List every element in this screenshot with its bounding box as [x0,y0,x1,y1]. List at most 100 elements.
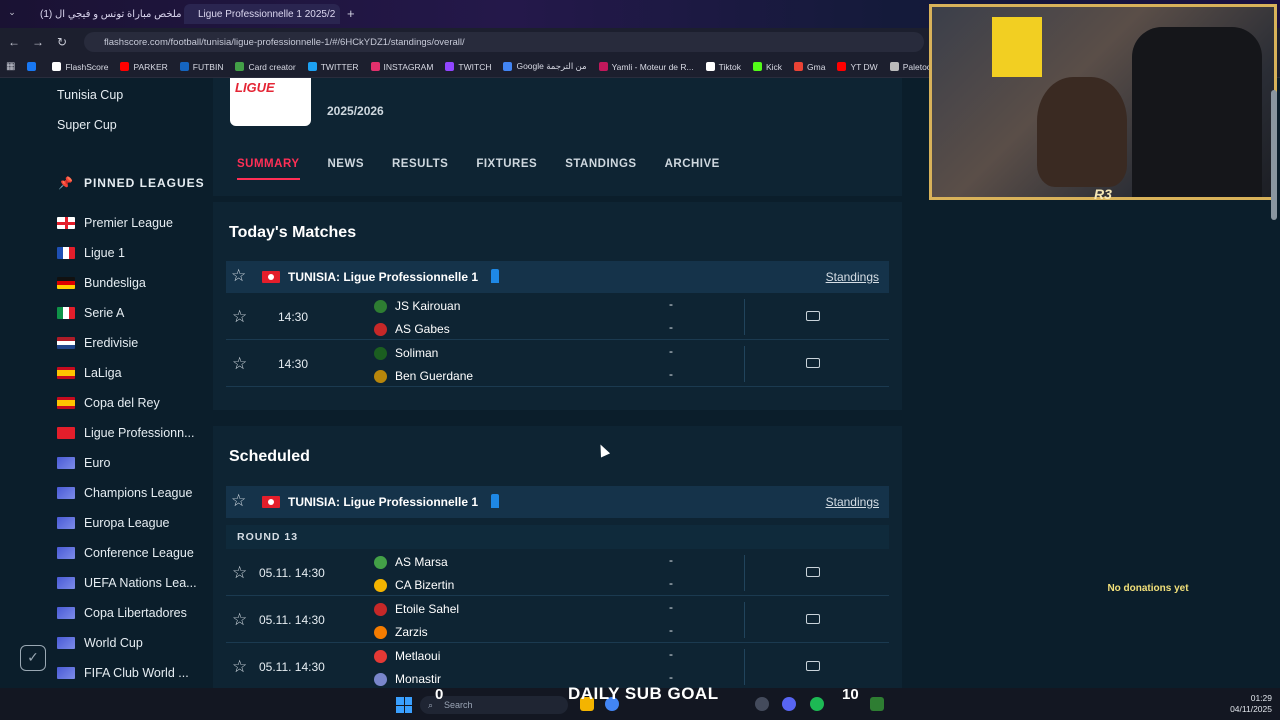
browser-tab-1[interactable]: (1) ملخص مباراة تونس و فيجي ال ✕ [26,4,182,24]
bookmark-icon [794,62,804,71]
sidebar-item-pinned-league[interactable]: Copa Libertadores [57,606,187,620]
sidebar-item-pinned-league[interactable]: UEFA Nations Lea... [57,576,197,590]
sidebar-item-super-cup[interactable]: Super Cup [57,118,117,132]
flag-icon [57,397,75,409]
browser-tab-2[interactable]: Ligue Professionnelle 1 2025/2 ✕ [184,4,340,24]
sidebar-item-pinned-league[interactable]: Bundesliga [57,276,146,290]
bookmark-item[interactable]: Kick [747,62,788,72]
sidebar-item-pinned-league[interactable]: Euro [57,456,110,470]
bookmark-label: FlashScore [65,61,109,72]
standings-link[interactable]: Standings [826,270,879,284]
tv-broadcast-icon[interactable] [806,614,820,624]
match-row[interactable]: ☆ 05.11. 14:30 Etoile Sahel Zarzis - - [226,597,889,643]
favorite-star-icon[interactable]: ☆ [231,266,246,286]
team-name: Ben Guerdane [395,369,474,383]
favorite-star-icon[interactable]: ☆ [231,491,246,511]
bookmark-item[interactable]: TWITTER [302,62,365,72]
favorite-star-icon[interactable]: ☆ [232,563,247,583]
league-name[interactable]: TUNISIA: Ligue Professionnelle 1 [288,495,478,509]
url-input[interactable]: flashscore.com/football/tunisia/ligue-pr… [84,32,924,52]
flag-icon [57,337,75,349]
team-crest-icon [374,649,387,663]
sidebar-item-tunisia-cup[interactable]: Tunisia Cup [57,88,123,102]
forward-icon[interactable]: → [26,35,50,49]
app-icon[interactable] [870,697,884,711]
sidebar-item-pinned-league[interactable]: Premier League [57,216,173,230]
bookmark-item[interactable]: Google من الترجمة [497,61,592,72]
windows-start-icon[interactable] [396,697,412,713]
sidebar-item-pinned-league[interactable]: Europa League [57,516,170,530]
bookmark-item[interactable]: FUTBIN [174,62,230,72]
tv-broadcast-icon[interactable] [806,567,820,577]
sidebar-item-pinned-league[interactable]: Serie A [57,306,124,320]
standings-link[interactable]: Standings [826,495,879,509]
sidebar-item-pinned-league[interactable]: Copa del Rey [57,396,160,410]
bookmark-item[interactable]: Tiktok [700,62,747,72]
bookmark-item[interactable]: TWITCH [439,62,497,72]
reload-icon[interactable]: ↻ [50,35,74,49]
sidebar-item-pinned-league[interactable]: Eredivisie [57,336,138,350]
bookmark-item[interactable]: Yamli - Moteur de R... [593,62,700,72]
apps-grid-icon[interactable]: ▦ [6,61,15,72]
match-row[interactable]: ☆ 05.11. 14:30 AS Marsa CA Bizertin - - [226,550,889,596]
favorite-star-icon[interactable]: ☆ [232,657,247,677]
pin-icon[interactable] [491,494,499,508]
sidebar-item-pinned-league[interactable]: Champions League [57,486,192,500]
away-team: Ben Guerdane [374,369,473,383]
league-name[interactable]: TUNISIA: Ligue Professionnelle 1 [288,270,478,284]
tv-broadcast-icon[interactable] [806,358,820,368]
sidebar-item-pinned-league[interactable]: FIFA Club World ... [57,666,189,680]
divider [744,299,745,335]
tv-broadcast-icon[interactable] [806,311,820,321]
bookmark-item[interactable]: PARKER [114,62,173,72]
bookmark-item[interactable]: Gma [788,62,831,72]
spotify-icon[interactable] [810,697,824,711]
sidebar-item-pinned-league[interactable]: Ligue 1 [57,246,125,260]
team-name: JS Kairouan [395,299,461,313]
tab-list-icon[interactable]: ⌄ [0,7,24,18]
pin-icon[interactable] [491,269,499,283]
bookmark-item[interactable] [21,62,46,71]
sidebar-item-pinned-league[interactable]: Ligue Professionn... [57,426,195,440]
favorite-star-icon[interactable]: ☆ [232,610,247,630]
back-icon[interactable]: ← [2,35,26,49]
sidebar-item-pinned-league[interactable]: World Cup [57,636,143,650]
new-tab-button[interactable]: + [347,6,355,21]
obs-icon[interactable] [755,697,769,711]
pinned-leagues-heading: 📌 PINNED LEAGUES [58,176,205,190]
tab-fixtures[interactable]: FIXTURES [476,158,537,180]
taskbar-clock[interactable]: 01:29 04/11/2025 [1214,693,1272,715]
team-name: Etoile Sahel [395,602,460,616]
flag-icon [57,637,75,649]
bookmark-item[interactable]: Card creator [229,62,301,72]
tab-news[interactable]: NEWS [328,158,365,180]
bookmark-item[interactable]: YT DW [831,62,883,72]
home-score: - [669,600,673,614]
favorite-star-icon[interactable]: ☆ [232,354,247,374]
scrollbar-thumb[interactable] [1271,90,1277,220]
checkmark-badge-icon[interactable]: ✓ [20,645,46,671]
tab-title: Ligue Professionnelle 1 2025/2 [198,8,336,20]
bookmark-item[interactable]: INSTAGRAM [365,62,440,72]
home-team: Metlaoui [374,649,440,663]
favorite-star-icon[interactable]: ☆ [232,307,247,327]
tv-broadcast-icon[interactable] [806,661,820,671]
section-title: Scheduled [229,448,310,465]
tab-summary[interactable]: SUMMARY [237,158,300,180]
sidebar-item-pinned-league[interactable]: LaLiga [57,366,122,380]
match-row[interactable]: ☆ 14:30 Soliman Ben Guerdane - - [226,341,889,387]
match-row[interactable]: ☆ 05.11. 14:30 Metlaoui Monastir - - [226,644,889,690]
sidebar-item-pinned-league[interactable]: Conference League [57,546,194,560]
match-row[interactable]: ☆ 14:30 JS Kairouan AS Gabes - - [226,294,889,340]
sidebar-item-label: World Cup [84,636,143,650]
home-score: - [669,553,673,567]
tab-standings[interactable]: STANDINGS [565,158,636,180]
match-time: 14:30 [278,310,309,324]
divider [744,555,745,591]
tab-archive[interactable]: ARCHIVE [665,158,720,180]
discord-icon[interactable] [782,697,796,711]
team-crest-icon [374,322,387,336]
bookmark-item[interactable]: FlashScore [46,62,114,72]
tab-results[interactable]: RESULTS [392,158,448,180]
away-score: - [669,320,673,334]
